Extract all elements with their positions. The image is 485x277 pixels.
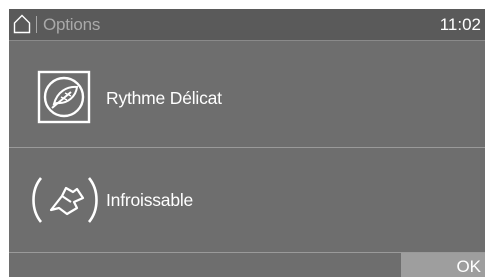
breadcrumb: Options — [43, 15, 101, 34]
anti-crease-icon — [29, 172, 101, 226]
status-bar: Options 11:02 — [9, 9, 485, 41]
home-icon[interactable] — [13, 14, 31, 34]
breadcrumb-separator — [36, 16, 37, 33]
ok-button[interactable]: OK — [401, 253, 485, 277]
option-label: Rythme Délicat — [106, 88, 222, 108]
clock: 11:02 — [439, 15, 481, 34]
option-label: Infroissable — [106, 190, 194, 210]
washer-display: Options 11:02 Rythme Délicat Infroissabl… — [9, 9, 485, 277]
option-delicate-rhythm[interactable]: Rythme Délicat — [9, 41, 485, 148]
delicate-rhythm-icon — [37, 70, 91, 124]
footer-bar: OK — [9, 252, 485, 277]
ok-label: OK — [456, 257, 481, 276]
option-anti-crease[interactable]: Infroissable — [9, 148, 485, 252]
